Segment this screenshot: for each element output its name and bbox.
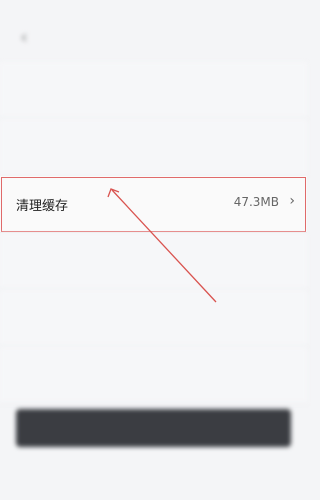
settings-list: 清理缓存 47.3MB › [0,62,307,404]
settings-row[interactable] [0,347,307,404]
chevron-right-icon: › [289,193,295,209]
cache-size-value: 47.3MB [233,195,279,209]
settings-row[interactable] [0,62,307,119]
chevron-left-icon[interactable]: ‹ [14,28,34,48]
page-header: ‹ [0,20,307,60]
clear-cache-label: 清理缓存 [16,199,69,214]
settings-row[interactable] [0,119,307,176]
logout-button[interactable] [16,409,291,447]
status-bar [0,0,307,20]
clear-cache-row[interactable]: 清理缓存 47.3MB › [0,176,307,233]
settings-row[interactable] [0,290,307,347]
settings-row[interactable] [0,233,307,290]
